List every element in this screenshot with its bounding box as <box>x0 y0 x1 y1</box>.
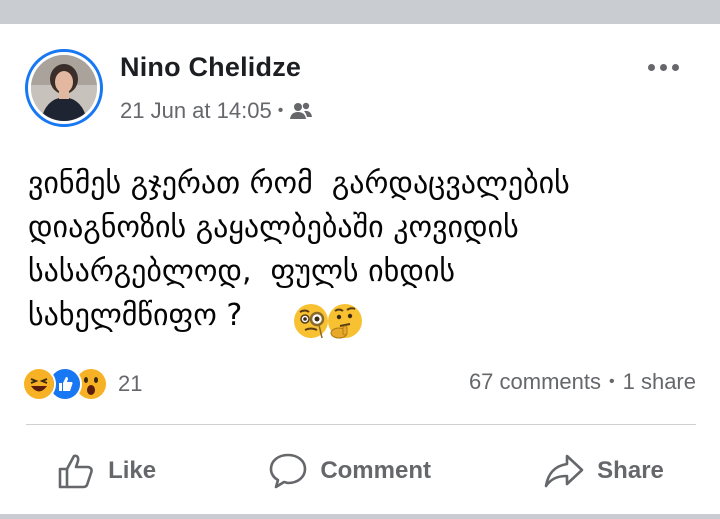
friends-icon <box>289 101 313 121</box>
comment-button[interactable]: Comment <box>258 446 441 496</box>
thinking-face-icon <box>326 302 364 345</box>
action-bar: Like Comment Share <box>0 439 720 503</box>
post-timestamp[interactable]: 21 Jun at 14:05 <box>120 98 272 124</box>
avatar-photo <box>31 55 97 121</box>
stats-separator: • <box>609 373 615 390</box>
post-stats: 67 comments • 1 share <box>469 369 696 395</box>
more-options-button[interactable] <box>648 60 684 74</box>
comment-label: Comment <box>320 457 431 484</box>
post-card: Nino Chelidze 21 Jun at 14:05 • ვინმეს გ… <box>0 24 720 514</box>
shares-count-link[interactable]: 1 share <box>623 369 696 395</box>
dot-icon <box>648 63 655 71</box>
divider <box>26 424 696 425</box>
dot-icon <box>660 63 667 71</box>
share-arrow-icon <box>543 452 585 490</box>
thumbs-up-icon <box>56 452 96 490</box>
like-button[interactable]: Like <box>46 446 166 496</box>
face-with-monocle-icon <box>292 302 330 345</box>
avatar[interactable] <box>25 49 103 127</box>
share-button[interactable]: Share <box>533 446 674 496</box>
reaction-count: 21 <box>118 371 143 396</box>
comment-bubble-icon <box>268 452 308 490</box>
inline-emojis <box>292 302 364 345</box>
dot-icon <box>672 63 679 71</box>
share-label: Share <box>597 457 664 484</box>
haha-reaction-icon <box>22 367 56 401</box>
reaction-summary[interactable]: 21 <box>22 364 142 404</box>
meta-separator: • <box>277 102 284 119</box>
author-name[interactable]: Nino Chelidze <box>120 52 301 83</box>
post-meta: 21 Jun at 14:05 • <box>120 97 313 125</box>
comments-count-link[interactable]: 67 comments <box>469 369 601 395</box>
like-label: Like <box>108 457 157 484</box>
